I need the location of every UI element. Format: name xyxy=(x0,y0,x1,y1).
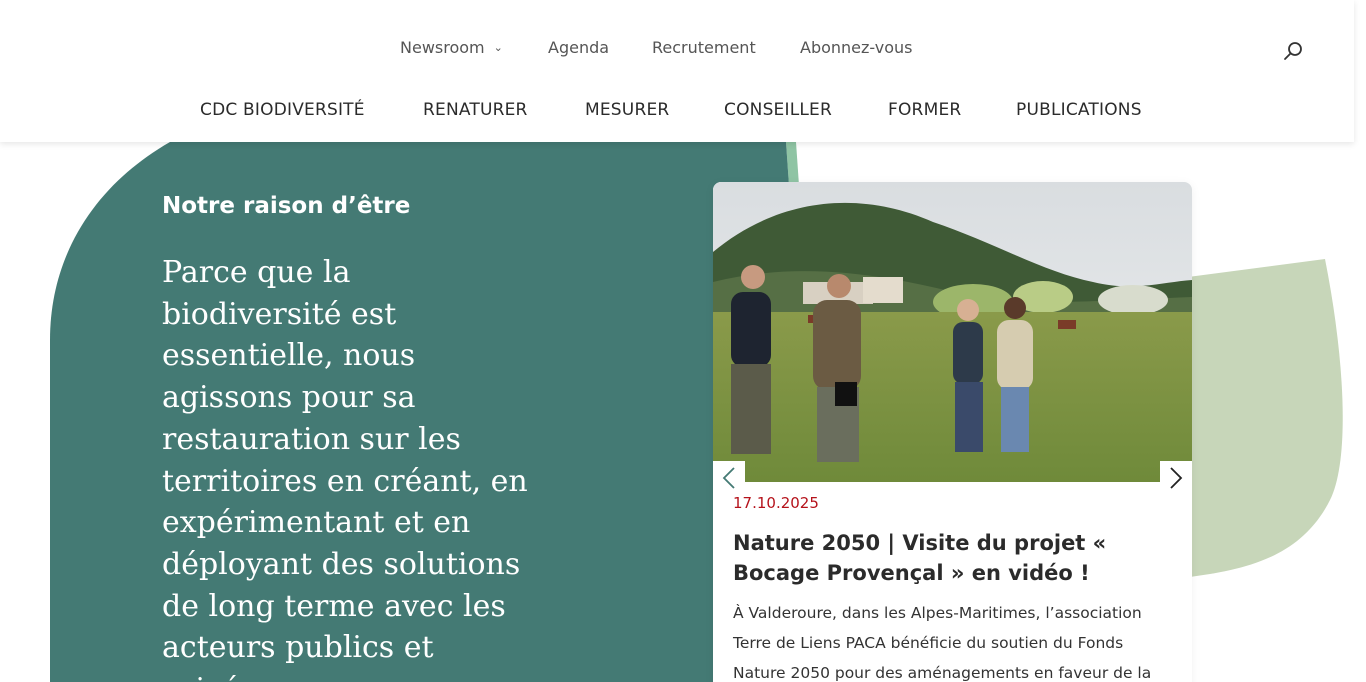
nav-cdc-biodiversite[interactable]: CDC BIODIVERSITÉ xyxy=(200,100,365,120)
nav-newsroom[interactable]: Newsroom ⌄ xyxy=(400,38,503,57)
secondary-navigation: Newsroom ⌄ Agenda Recrutement Abonnez-vou… xyxy=(0,38,1354,64)
hero-statement: Parce que la biodiversité est essentiell… xyxy=(162,255,528,682)
hero-title: Notre raison d’être xyxy=(162,193,411,219)
news-date: 17.10.2025 xyxy=(733,494,819,512)
nav-agenda[interactable]: Agenda xyxy=(548,38,609,57)
chevron-right-icon xyxy=(1170,467,1183,489)
news-card: 17.10.2025 Nature 2050 | Visite du proje… xyxy=(713,182,1192,682)
news-excerpt: À Valderoure, dans les Alpes-Maritimes, … xyxy=(733,604,1152,682)
chevron-down-icon: ⌄ xyxy=(493,41,503,54)
main-navigation: CDC BIODIVERSITÉ RENATURER MESURER CONSE… xyxy=(0,100,1354,126)
news-title-link[interactable]: Nature 2050 | Visite du projet « Bocage … xyxy=(733,528,1183,588)
nav-newsroom-label: Newsroom xyxy=(400,38,485,57)
nav-former[interactable]: FORMER xyxy=(888,100,961,120)
nav-mesurer[interactable]: MESURER xyxy=(585,100,669,120)
news-photo[interactable] xyxy=(713,182,1192,482)
nav-publications[interactable]: PUBLICATIONS xyxy=(1016,100,1142,120)
chevron-left-icon xyxy=(722,467,735,489)
nav-recrutement[interactable]: Recrutement xyxy=(652,38,756,57)
carousel-next-button[interactable] xyxy=(1160,461,1192,495)
carousel-prev-button[interactable] xyxy=(713,461,745,495)
nav-conseiller[interactable]: CONSEILLER xyxy=(724,100,832,120)
site-header: Newsroom ⌄ Agenda Recrutement Abonnez-vou… xyxy=(0,0,1354,142)
nav-renaturer[interactable]: RENATURER xyxy=(423,100,528,120)
nav-abonnez-vous[interactable]: Abonnez-vous xyxy=(800,38,913,57)
search-icon[interactable] xyxy=(1282,40,1304,62)
